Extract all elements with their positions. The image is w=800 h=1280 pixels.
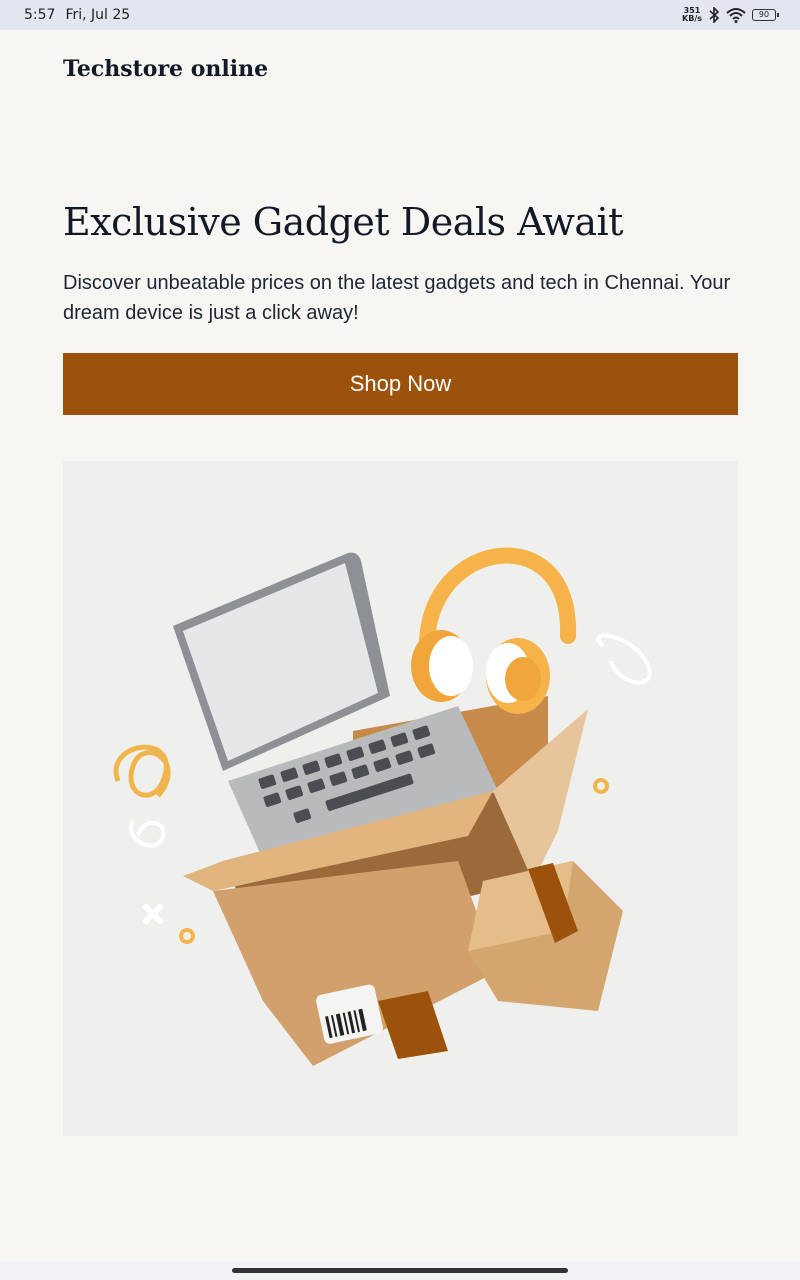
shop-now-button[interactable]: Shop Now [63,353,738,415]
status-time: 5:57 [24,7,56,23]
status-date: Fri, Jul 25 [65,7,131,23]
gadget-box-illustration [113,547,652,1066]
wifi-icon [726,8,746,23]
net-speed-indicator: 351 KB/s [682,6,702,23]
brand-name[interactable]: Techstore online [63,56,268,82]
hero-title: Exclusive Gadget Deals Await [63,200,623,244]
bluetooth-icon [709,7,720,23]
hero-description: Discover unbeatable prices on the latest… [63,272,731,324]
hero-image [63,461,738,1136]
battery-icon: 90 [752,9,779,21]
home-gesture-handle[interactable] [232,1268,568,1273]
status-bar: 5:57 Fri, Jul 25 351 KB/s 90 [0,0,800,30]
